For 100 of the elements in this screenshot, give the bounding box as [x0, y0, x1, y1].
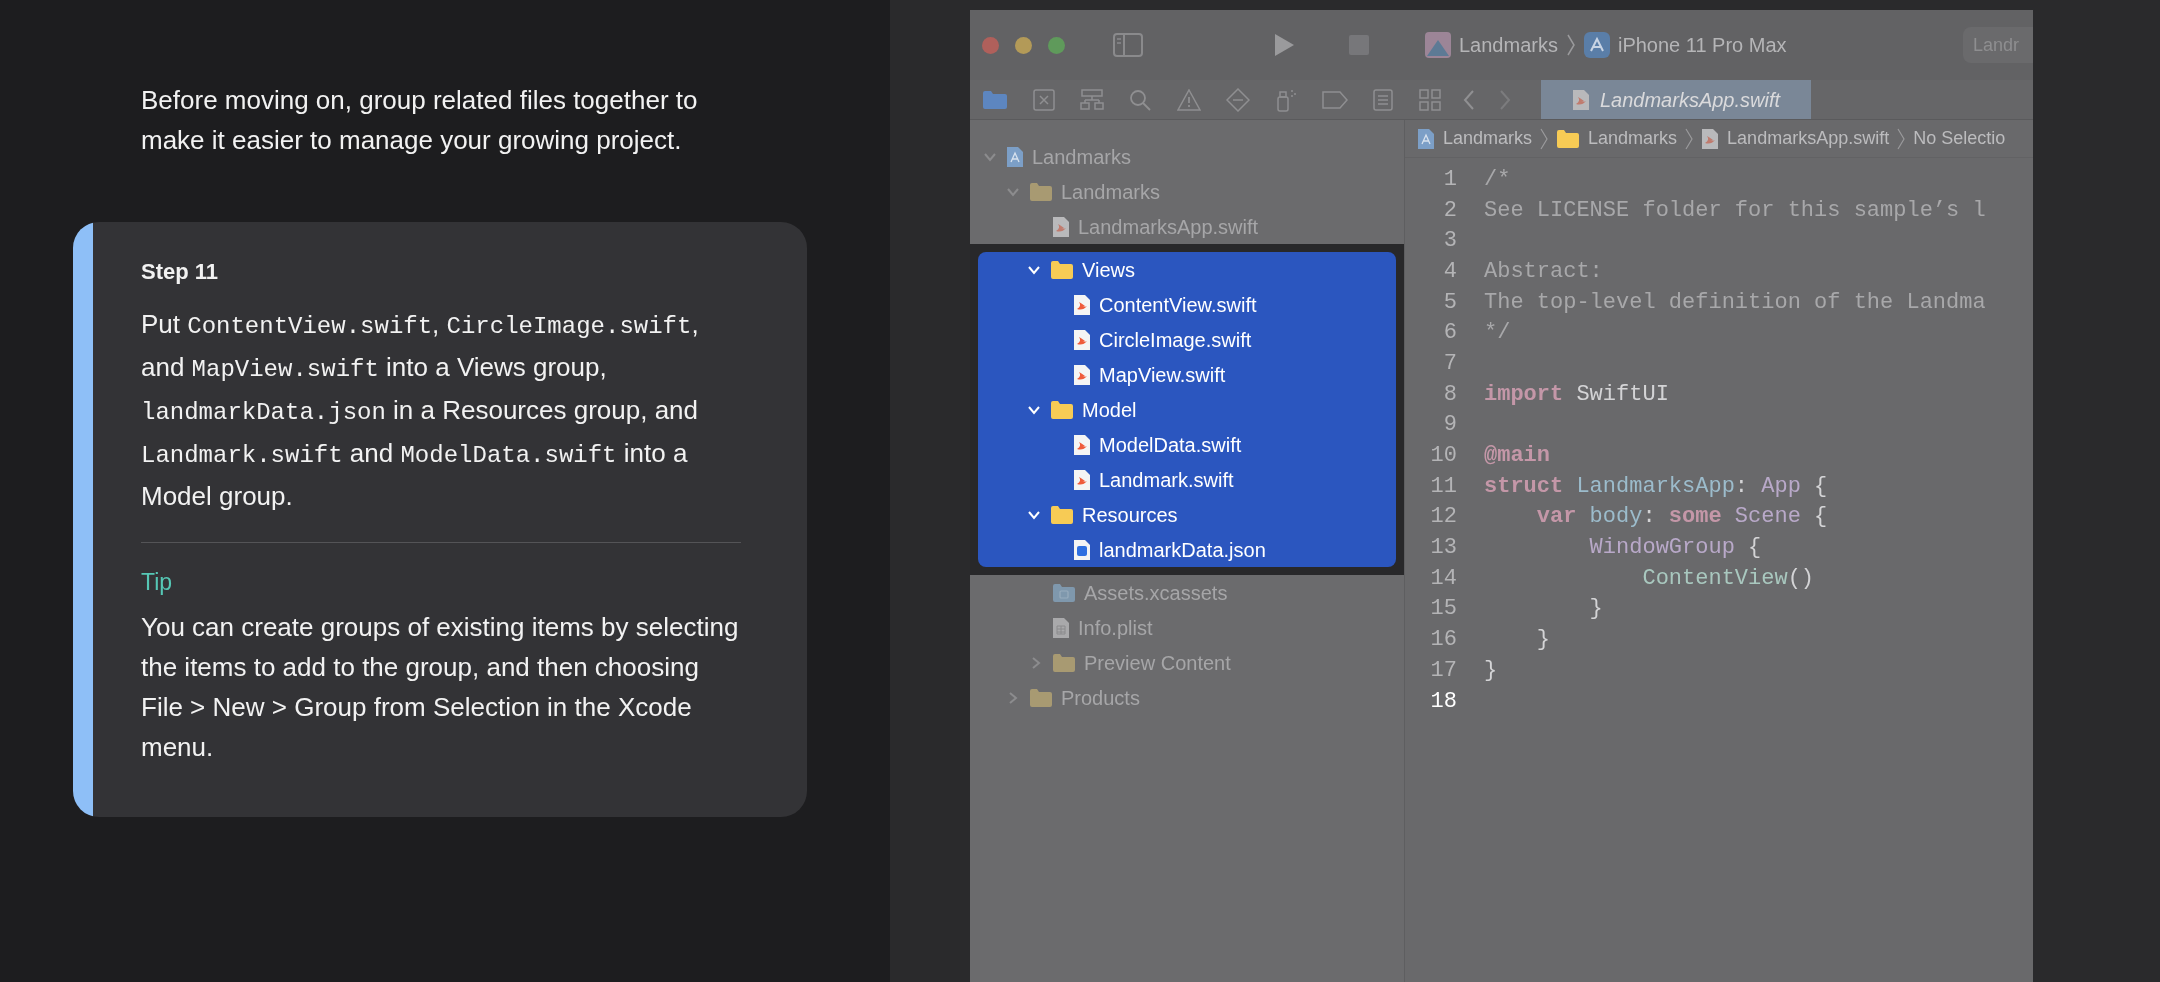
line-number: 1 [1442, 165, 1457, 194]
grid-icon[interactable] [1419, 88, 1441, 111]
folder-icon[interactable] [982, 89, 1008, 110]
navigator-row[interactable]: Resources [978, 497, 1384, 532]
folder-icon [1556, 128, 1581, 149]
step-label: Step 11 [141, 258, 220, 286]
folder-icon [1029, 687, 1053, 708]
code-line: } [1484, 656, 1498, 685]
swift-file-icon [1073, 293, 1091, 316]
code-line: Abstract: [1484, 257, 1603, 286]
project-icon [1006, 145, 1024, 168]
chevron-right-icon [1565, 33, 1576, 57]
zoom-button[interactable] [1048, 36, 1065, 54]
navigator-row[interactable]: ModelData.swift [978, 427, 1384, 462]
folder-icon [1050, 259, 1074, 280]
spray-icon[interactable] [1274, 87, 1297, 112]
code-line: @main [1484, 442, 1550, 471]
navigator-row[interactable]: MapView.swift [978, 357, 1384, 392]
editor-tab[interactable]: LandmarksApp.swift [1541, 80, 1811, 119]
swift-file-icon [1073, 328, 1091, 351]
line-number: 5 [1442, 288, 1457, 317]
line-number: 14 [1429, 564, 1457, 593]
run-icon[interactable] [1273, 33, 1295, 57]
navigator-row[interactable]: Landmark.swift [978, 462, 1384, 497]
folder-icon [1029, 181, 1053, 202]
intro-paragraph: Before moving on, group related files together to make it easier to manage your growing project. [141, 84, 699, 157]
tag-icon[interactable] [1321, 90, 1348, 109]
swift-file-icon [1571, 88, 1590, 111]
folder-icon [1052, 582, 1076, 603]
chevron-right-icon [1540, 127, 1549, 150]
device-label[interactable]: iPhone 11 Pro Max [1617, 30, 1787, 60]
document-icon [1052, 616, 1070, 639]
code-line: struct LandmarksApp: App { [1484, 472, 1828, 501]
line-number: 13 [1429, 534, 1457, 563]
search-icon[interactable] [1129, 88, 1152, 111]
folder-icon [1050, 399, 1074, 420]
code-line: } [1588, 595, 1603, 624]
hierarchy-icon[interactable] [1080, 88, 1105, 111]
code-line: WindowGroup { [1588, 534, 1762, 563]
navigator-row[interactable]: ContentView.swift [978, 287, 1384, 322]
navigator-row[interactable]: Preview Content [970, 645, 1404, 680]
scheme-label[interactable]: Landmarks [1459, 30, 1558, 60]
warning-icon[interactable] [1176, 88, 1201, 111]
navigator-row[interactable]: Info.plist [970, 610, 1404, 645]
chevron-right-icon [1897, 127, 1906, 150]
tip-text: You can create groups of existing items by selecting the items to add to the group, and then choosing File > New > Group from Selection in the Xcode menu. [141, 611, 740, 764]
navigator-row[interactable]: CircleImage.swift [978, 322, 1384, 357]
back-icon[interactable] [1463, 88, 1475, 111]
swift-file-icon [1073, 363, 1091, 386]
line-number: 2 [1442, 196, 1457, 225]
code-line: ContentView() [1641, 564, 1815, 593]
sidebar-toggle-icon[interactable] [1113, 33, 1143, 57]
code-line: */ [1484, 319, 1511, 348]
minimize-button[interactable] [1015, 36, 1032, 54]
tip-label: Tip [141, 568, 174, 597]
x-square-icon[interactable] [1033, 88, 1056, 111]
navigator-row[interactable]: Model [978, 392, 1384, 427]
line-number: 12 [1429, 503, 1457, 532]
navigator-row[interactable]: Assets.xcassets [970, 575, 1404, 610]
swift-file-icon [1052, 215, 1070, 238]
line-number: 4 [1442, 257, 1457, 286]
navigator-row[interactable]: Products [970, 680, 1404, 715]
navigator-row[interactable]: Landmarks [970, 139, 1404, 174]
navigator-row[interactable]: Views [978, 252, 1384, 287]
line-number: 6 [1442, 319, 1457, 348]
line-number: 8 [1442, 380, 1457, 409]
json-file-icon [1073, 538, 1091, 561]
swift-file-icon [1073, 468, 1091, 491]
project-icon [1417, 127, 1435, 150]
navigator-row[interactable]: LandmarksApp.swift [970, 209, 1404, 244]
line-number: 9 [1442, 411, 1457, 440]
line-number: 10 [1429, 442, 1457, 471]
navigator-row[interactable]: Landmarks [970, 174, 1404, 209]
breadcrumb-item[interactable]: LandmarksApp.swift [1727, 125, 1890, 152]
line-number: 11 [1429, 472, 1457, 501]
code-line: See LICENSE folder for this sample’s l [1484, 196, 1986, 225]
navigator-row[interactable]: landmarkData.json [978, 532, 1384, 567]
app-icon [1583, 32, 1610, 58]
line-number: 16 [1429, 626, 1457, 655]
chevron-right-icon[interactable] [1031, 655, 1041, 670]
folder-icon [1052, 652, 1076, 673]
line-number: 15 [1429, 595, 1457, 624]
code-line: The top-level definition of the Landma [1484, 288, 1986, 317]
code-line: var body: some Scene { [1535, 503, 1828, 532]
code-line: import SwiftUI [1484, 380, 1669, 409]
list-icon[interactable] [1373, 88, 1393, 111]
code-line: /* [1484, 165, 1511, 194]
app-icon [1425, 32, 1451, 58]
line-number: 7 [1442, 349, 1457, 378]
diamond-icon[interactable] [1225, 87, 1250, 112]
swift-file-icon [1701, 127, 1720, 150]
breadcrumb-item[interactable]: No Selectio [1913, 125, 2006, 152]
line-number: 18 [1429, 687, 1457, 716]
breadcrumb-item[interactable]: Landmarks [1588, 125, 1678, 152]
line-number: 17 [1429, 656, 1457, 685]
line-number: 3 [1442, 227, 1457, 256]
close-button[interactable] [982, 36, 999, 54]
chevron-right-icon[interactable] [1008, 690, 1018, 705]
chevron-right-icon [1685, 127, 1694, 150]
breadcrumb-item[interactable]: Landmarks [1443, 125, 1533, 152]
